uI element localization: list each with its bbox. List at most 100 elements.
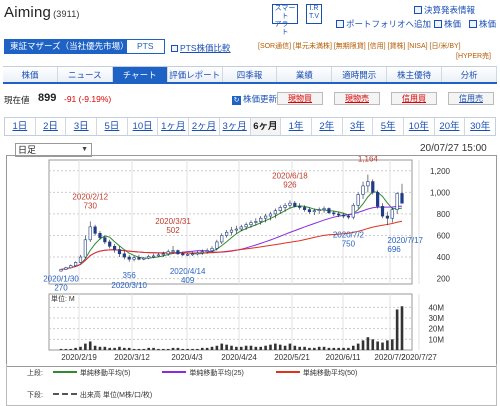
candle-body bbox=[346, 215, 351, 218]
refresh-icon: ↻ bbox=[232, 96, 241, 105]
candle-body bbox=[259, 217, 263, 222]
period-11[interactable]: 3年 bbox=[343, 118, 374, 135]
legend-volume: 出来高 単位(M株/口/枚) bbox=[79, 392, 153, 399]
refresh-button[interactable]: ↻ 株価更新 bbox=[232, 93, 277, 105]
price-annotation: 2020/3/31 bbox=[155, 217, 191, 226]
candle-body bbox=[302, 207, 307, 210]
pts-button[interactable]: PTS bbox=[126, 39, 165, 54]
y-tick-label: 200 bbox=[437, 275, 451, 284]
candle-body bbox=[127, 256, 131, 260]
market-selector[interactable]: 東証マザーズ（当社優先市場） bbox=[4, 39, 135, 54]
price-annotation: 2020/3/10 bbox=[111, 281, 147, 290]
tab-5[interactable]: 業績 bbox=[277, 67, 333, 82]
volume-bar bbox=[259, 346, 263, 350]
price-link-2-label: 株価 bbox=[479, 19, 497, 29]
legend-lower-label: 下段: bbox=[27, 392, 43, 399]
candle-body bbox=[74, 262, 78, 266]
price-annotation: 1,164 bbox=[358, 156, 379, 164]
period-1[interactable]: 2日 bbox=[36, 118, 67, 135]
tab-8[interactable]: 分析 bbox=[442, 67, 498, 82]
period-selector: 1日 2日 3日 5日 10日 1ヶ月 2ヶ月 3ヶ月 6ヶ月 1年 2年 3年 5年 10年 20年 30年 bbox=[4, 117, 496, 136]
period-2[interactable]: 3日 bbox=[66, 118, 98, 135]
candle-body bbox=[317, 209, 321, 211]
y-tick-label: 1,000 bbox=[430, 188, 451, 197]
candle-body bbox=[244, 224, 248, 228]
margin-sell-button[interactable]: 信用売 bbox=[448, 92, 494, 105]
earnings-info-link[interactable]: 決算発表情報 bbox=[414, 4, 475, 16]
period-7[interactable]: 3ヶ月 bbox=[220, 118, 251, 135]
period-12[interactable]: 5年 bbox=[373, 118, 404, 135]
legend-upper: 上段: 単純移動平均(5) 単純移動平均(25) 単純移動平均(50) bbox=[27, 368, 357, 378]
pts-compare-link[interactable]: PTS株価比較 bbox=[171, 42, 231, 54]
chart-svg: 2004006008001,0001,20040M30M20M10M単位: M2… bbox=[43, 146, 451, 362]
candle-body bbox=[385, 215, 389, 219]
ir-tv-button[interactable]: I.R T.V bbox=[306, 4, 322, 24]
period-14[interactable]: 20年 bbox=[435, 118, 466, 135]
price-annotation: 2020/4/14 bbox=[170, 267, 206, 276]
volume-bar bbox=[142, 348, 146, 350]
tab-2[interactable]: チャート bbox=[112, 67, 168, 82]
volume-tick-label: 40M bbox=[428, 303, 444, 312]
period-15[interactable]: 30年 bbox=[465, 118, 495, 135]
candle-body bbox=[93, 226, 97, 234]
volume-bar bbox=[181, 348, 185, 350]
price-annotation: 502 bbox=[166, 226, 180, 235]
candle-body bbox=[147, 256, 151, 259]
period-13[interactable]: 10年 bbox=[404, 118, 435, 135]
x-tick-label: 2020/5/21 bbox=[274, 353, 310, 362]
candle-body bbox=[380, 206, 385, 217]
tab-0[interactable]: 株価 bbox=[3, 67, 58, 82]
portfolio-icon bbox=[336, 20, 344, 28]
candle-body bbox=[371, 181, 375, 193]
y-tick-label: 1,200 bbox=[430, 167, 451, 176]
price-annotation: 2020/2/12 bbox=[72, 192, 108, 201]
x-tick-label: 2020/4/24 bbox=[221, 353, 257, 362]
tab-7[interactable]: 株主優待 bbox=[387, 67, 443, 82]
volume-bar bbox=[79, 346, 82, 350]
period-9[interactable]: 1年 bbox=[281, 118, 312, 135]
volume-bar bbox=[171, 347, 175, 350]
legend-ma25: 単純移動平均(25) bbox=[189, 370, 244, 377]
volume-bar bbox=[215, 345, 219, 350]
volume-bar bbox=[186, 348, 189, 350]
tab-6[interactable]: 適時開示 bbox=[332, 67, 388, 82]
cash-sell-button[interactable]: 現物売 bbox=[334, 92, 380, 105]
candle-body bbox=[64, 267, 68, 270]
tab-1[interactable]: ニュース bbox=[57, 67, 113, 82]
tab-3[interactable]: 評価レポート bbox=[167, 67, 223, 82]
margin-buy-button[interactable]: 信用買 bbox=[391, 92, 437, 105]
add-portfolio-link[interactable]: ポートフォリオへ追加 bbox=[336, 18, 431, 30]
period-3[interactable]: 5日 bbox=[97, 118, 128, 135]
volume-bar bbox=[283, 345, 287, 350]
candle-body bbox=[137, 257, 141, 260]
legend-ma25-swatch bbox=[162, 371, 187, 373]
period-0[interactable]: 1日 bbox=[5, 118, 36, 135]
volume-bar bbox=[147, 347, 150, 350]
stock-code: (3911) bbox=[53, 9, 80, 19]
cash-buy-button[interactable]: 現物買 bbox=[277, 92, 323, 105]
period-10[interactable]: 2年 bbox=[312, 118, 343, 135]
candle-body bbox=[205, 250, 209, 252]
candle-body bbox=[190, 253, 195, 256]
period-8[interactable]: 6ヶ月 bbox=[250, 118, 282, 135]
price-plot-area bbox=[48, 159, 413, 285]
candle-body bbox=[176, 250, 180, 255]
volume-bar bbox=[118, 346, 121, 350]
smart-alert-button[interactable]: スマート アラート bbox=[272, 4, 298, 36]
volume-tick-label: 20M bbox=[428, 325, 444, 334]
calendar-icon bbox=[414, 6, 422, 14]
price-icon bbox=[469, 20, 477, 28]
price-link-2[interactable]: 株価 bbox=[469, 18, 496, 30]
tab-4[interactable]: 四季報 bbox=[222, 67, 278, 82]
volume-bar bbox=[303, 346, 306, 350]
volume-bar bbox=[356, 343, 360, 350]
period-4[interactable]: 10日 bbox=[128, 118, 159, 135]
candle-body bbox=[225, 231, 229, 236]
volume-bar bbox=[64, 348, 68, 350]
period-5[interactable]: 1ヶ月 bbox=[158, 118, 190, 135]
candle-body bbox=[327, 208, 331, 214]
period-6[interactable]: 2ヶ月 bbox=[189, 118, 220, 135]
volume-bar bbox=[98, 346, 102, 350]
price-link-1[interactable]: 株価 bbox=[434, 18, 461, 30]
volume-bar bbox=[342, 347, 345, 350]
